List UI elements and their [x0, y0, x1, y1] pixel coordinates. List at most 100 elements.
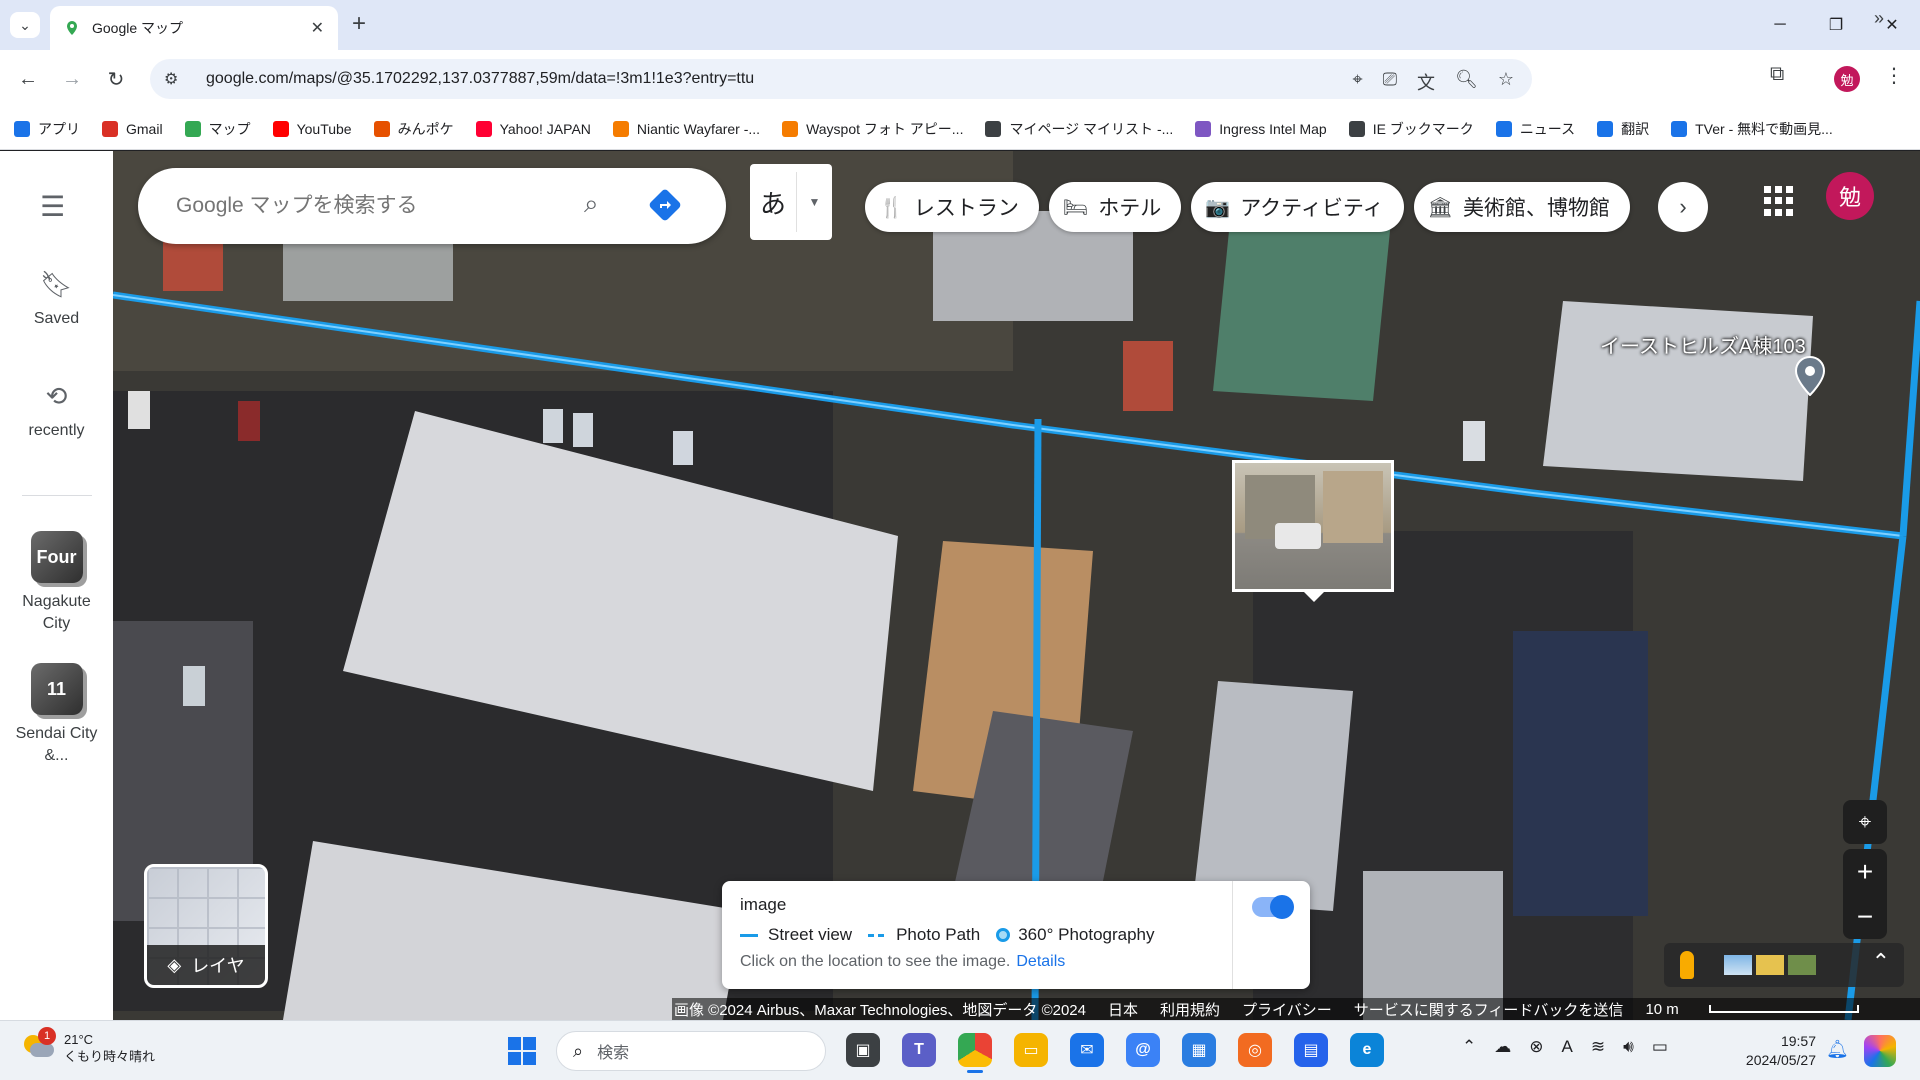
browser-profile-avatar[interactable]: 勉 — [1834, 66, 1860, 92]
feedback-link[interactable]: サービスに関するフィードバックを送信 — [1354, 999, 1624, 1020]
category-chip[interactable]: 🍴 レストラン — [865, 182, 1039, 232]
bookmark-item[interactable]: マイページ マイリスト -... — [985, 119, 1173, 139]
browser-menu-icon[interactable]: ⋮ — [1884, 63, 1904, 88]
bookmark-item[interactable]: TVer - 無料で動画見... — [1671, 119, 1833, 139]
bookmark-item[interactable]: Wayspot フォト アピー... — [782, 119, 963, 139]
hamburger-menu-icon[interactable]: ☰ — [40, 193, 65, 221]
expand-up-icon[interactable]: ⌃ — [1872, 949, 1890, 975]
bookmark-item[interactable]: Ingress Intel Map — [1195, 120, 1327, 137]
legend-photo-path: Photo Path — [868, 925, 980, 945]
edge-icon[interactable]: e — [1350, 1033, 1384, 1067]
close-tab-icon[interactable]: ✕ — [311, 18, 324, 38]
active-tab[interactable]: Google マップ ✕ — [50, 6, 338, 50]
task-view-icon[interactable]: ▣ — [846, 1033, 880, 1067]
recently-button[interactable]: ⟲ recently — [0, 381, 113, 440]
ime-input-mode[interactable]: あ ▼ — [750, 164, 832, 240]
back-button[interactable]: ← — [12, 63, 44, 95]
bookmark-item[interactable]: Yahoo! JAPAN — [475, 120, 591, 137]
map-scale[interactable]: 10 m — [1645, 1001, 1880, 1018]
start-button[interactable] — [508, 1037, 536, 1065]
pegman-icon[interactable] — [1680, 951, 1694, 979]
directions-icon[interactable] — [648, 188, 682, 222]
close-window-icon[interactable]: ✕ — [1864, 0, 1920, 50]
store-icon[interactable]: ▤ — [1294, 1033, 1328, 1067]
region-link[interactable]: 日本 — [1108, 999, 1138, 1020]
bookmark-item[interactable]: 翻訳 — [1597, 119, 1649, 139]
imagery-tile-terrain[interactable] — [1756, 955, 1784, 975]
translate-page-icon[interactable]: 文 — [1417, 69, 1435, 95]
bookmark-item[interactable]: みんポケ — [373, 119, 454, 139]
my-location-button[interactable]: ⌖ — [1843, 800, 1887, 844]
volume-icon[interactable]: 🔊︎ — [1623, 1037, 1634, 1057]
street-view-preview[interactable] — [1232, 460, 1394, 592]
imagery-tile-sky[interactable] — [1724, 955, 1752, 975]
ime-indicator[interactable]: A — [1562, 1037, 1573, 1057]
bookmark-item[interactable]: ニュース — [1495, 119, 1575, 139]
wifi-icon[interactable]: ≋ — [1591, 1037, 1605, 1057]
zoom-in-button[interactable]: + — [1857, 849, 1873, 894]
street-view-toggle[interactable] — [1252, 895, 1294, 919]
address-bar[interactable]: ⚙ google.com/maps/@35.1702292,137.037788… — [150, 59, 1532, 99]
photos-icon[interactable]: ▦ — [1182, 1033, 1216, 1067]
maps-search-box[interactable]: ⌕ — [138, 168, 726, 244]
file-explorer-icon[interactable]: ▭ — [1014, 1033, 1048, 1067]
extensions-icon[interactable]: ⧉ — [1770, 63, 1784, 86]
minimize-icon[interactable]: ─ — [1752, 0, 1808, 50]
bookmark-item[interactable]: Niantic Wayfarer -... — [612, 120, 760, 137]
copilot-icon[interactable] — [1864, 1035, 1896, 1067]
weather-widget[interactable]: 1 21°C くもり時々晴れ — [20, 1027, 155, 1065]
show-hidden-icons[interactable]: ⌃ — [1462, 1037, 1476, 1057]
zoom-out-button[interactable]: − — [1857, 894, 1873, 939]
account-avatar[interactable]: 勉 — [1826, 172, 1874, 220]
bookmark-item[interactable]: Gmail — [102, 120, 163, 137]
chrome-icon[interactable] — [958, 1033, 992, 1073]
clock[interactable]: 19:57 2024/05/27 — [1740, 1032, 1816, 1070]
privacy-link[interactable]: プライバシー — [1242, 999, 1332, 1020]
search-input[interactable] — [176, 194, 556, 218]
saved-button[interactable]: 🔖︎ Saved — [0, 269, 113, 328]
onedrive-icon[interactable]: ☁ — [1494, 1037, 1511, 1057]
category-chip[interactable]: 🏛 美術館、博物館 — [1413, 182, 1631, 232]
bookmarks-overflow-icon[interactable]: » — [1874, 8, 1884, 29]
imagery-tile-satellite[interactable] — [1788, 955, 1816, 975]
new-tab-button[interactable]: + — [352, 11, 366, 37]
reload-button[interactable]: ↻ — [100, 63, 132, 95]
site-info-icon[interactable]: ⚙ — [164, 69, 186, 89]
ime-dropdown-icon[interactable]: ▼ — [796, 172, 832, 232]
app-icon[interactable]: ◎ — [1238, 1033, 1272, 1067]
category-chip[interactable]: 🛏 ホテル — [1048, 182, 1182, 232]
zoom-icon[interactable]: 🔍︎ — [1455, 69, 1478, 95]
details-link[interactable]: Details — [1016, 953, 1065, 970]
location-icon[interactable]: ⌖ — [1352, 69, 1362, 95]
search-icon[interactable]: ⌕ — [584, 188, 599, 220]
chips-next-icon[interactable]: › — [1658, 182, 1708, 232]
place-pin-icon[interactable] — [1795, 356, 1825, 396]
forward-button[interactable]: → — [56, 63, 88, 95]
taskbar-search[interactable]: ⌕ 検索 — [556, 1031, 826, 1071]
legend-street-view: Street view — [740, 925, 852, 945]
url-text[interactable]: google.com/maps/@35.1702292,137.0377887,… — [206, 70, 754, 88]
restore-icon[interactable]: ❐ — [1808, 0, 1864, 50]
maps-left-rail: ☰ 🔖︎ Saved ⟲ recently Four Nagakute City… — [0, 151, 113, 1020]
bookmark-item[interactable]: YouTube — [272, 120, 352, 137]
install-app-icon[interactable]: ⎚ — [1383, 69, 1397, 95]
layers-button[interactable]: ◈ レイヤ — [144, 864, 268, 988]
place-label[interactable]: イーストヒルズA棟103 — [1600, 330, 1806, 359]
email-client-icon[interactable]: @ — [1126, 1033, 1160, 1067]
omnibox-actions: ⌖ ⎚ 文 🔍︎ ☆ — [1352, 69, 1514, 95]
notification-bell-icon[interactable]: 🔔︎ — [1826, 1039, 1849, 1060]
recent-place-nagakute[interactable]: Four Nagakute City — [0, 531, 113, 635]
google-apps-icon[interactable] — [1764, 186, 1794, 216]
tab-search-button[interactable]: ⌄ — [10, 12, 40, 38]
bookmark-item[interactable]: アプリ — [14, 119, 80, 139]
bookmark-star-icon[interactable]: ☆ — [1498, 69, 1514, 95]
app-tray-icon[interactable]: ⊗ — [1529, 1037, 1543, 1057]
mail-icon[interactable]: ✉ — [1070, 1033, 1104, 1067]
bookmark-item[interactable]: IE ブックマーク — [1348, 119, 1474, 139]
battery-icon[interactable]: ▭ — [1652, 1037, 1668, 1057]
terms-link[interactable]: 利用規約 — [1160, 999, 1220, 1020]
teams-icon[interactable]: T — [902, 1033, 936, 1067]
recent-place-sendai[interactable]: 11 Sendai City &... — [0, 663, 113, 767]
bookmark-item[interactable]: マップ — [184, 119, 251, 139]
category-chip[interactable]: 📷 アクティビティ — [1191, 182, 1404, 232]
